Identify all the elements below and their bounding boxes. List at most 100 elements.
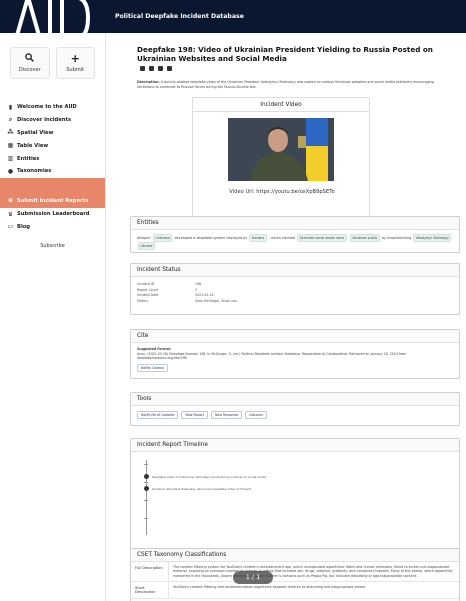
timeline-tick (144, 500, 148, 501)
tools-card: Tools Notify Me of Updates New Report Ne… (130, 392, 460, 426)
main-content: Deepfake 198: Video of Ukrainian Preside… (106, 33, 466, 601)
submit-label: Submit (66, 67, 85, 73)
video-thumbnail[interactable] (228, 118, 334, 181)
status-header: Incident Status (131, 264, 459, 277)
sidebar-item-label: Welcome to the AIID (17, 104, 77, 111)
page-title: Deepfake 198: Video of Ukrainian Preside… (137, 45, 433, 63)
entity-tag[interactable]: Ukrainian social media users (297, 234, 347, 242)
discover-button[interactable]: Discover (10, 47, 50, 79)
cset-card: CSET Taxonomy Classifications Full Descr… (130, 548, 460, 601)
new-response-button[interactable]: New Response (211, 411, 243, 419)
tag-icon: ● (7, 167, 14, 175)
entity-tag[interactable]: Ukrainian public (349, 234, 380, 242)
email-icon[interactable] (149, 66, 154, 71)
timeline-axis (146, 460, 147, 535)
description-label: Description: (137, 80, 160, 84)
entities-text: developed a deepfake system deployed by (174, 236, 248, 240)
entity-tag[interactable]: Unknown (152, 234, 173, 242)
cite-header: Cite (131, 330, 459, 343)
cset-row: Short Description YouTube's content filt… (131, 582, 459, 600)
submit-button[interactable]: + Submit (55, 47, 95, 79)
sidebar-item-entities[interactable]: ▥ Entities (0, 152, 105, 165)
site-logo[interactable] (0, 0, 100, 33)
sidebar-nav: ▮ Welcome to the AIID ⌕ Discover Incidents… (0, 101, 105, 233)
sidebar-item-table-view[interactable]: ▦ Table View (0, 139, 105, 152)
sidebar-item-label: Submission Leaderboard (17, 211, 90, 218)
notify-button[interactable]: Notify Me of Updates (137, 411, 179, 419)
entity-tag[interactable]: Hackers (249, 234, 267, 242)
status-value: Sean McGregor, Khoa Lam (195, 298, 238, 303)
sidebar: Discover + Submit ▮ Welcome to the AIID ⌕… (0, 33, 106, 601)
trophy-icon: ♛ (7, 210, 14, 218)
sidebar-item-label: Discover Incidents (17, 117, 72, 124)
cite-body: Suggested Format: Anon. (2022-03-16) Dee… (131, 343, 459, 376)
cset-key: Full Description (131, 562, 169, 582)
plus-icon: + (70, 52, 80, 65)
entities-line: Alleged: Unknown developed a deepfake sy… (131, 230, 459, 254)
incident-video-card: Incident Video Video Url: https://youtu.… (192, 97, 370, 233)
timeline-chart: Deepfake video of Volodymyr Zelenskyy su… (131, 452, 459, 547)
sidebar-item-label: Entities (17, 155, 40, 162)
share-links (140, 66, 172, 71)
sidebar-item-discover[interactable]: ⌕ Discover Incidents (0, 114, 105, 127)
sidebar-item-leaderboard[interactable]: ♛ Submission Leaderboard (0, 208, 105, 221)
sidebar-item-label: Taxonomies (17, 168, 52, 175)
sidebar-item-label: Table View (17, 142, 49, 149)
timeline-tick (144, 518, 148, 519)
plus-icon: ⊕ (7, 196, 14, 204)
video-url[interactable]: Video Url: https://youtu.be/oxXpB9pSETo (193, 189, 371, 195)
entities-text: , which harmed (268, 236, 296, 240)
search-icon (25, 53, 35, 64)
discover-tool-button[interactable]: Discover (245, 411, 268, 419)
new-report-button[interactable]: New Report (181, 411, 208, 419)
bibtex-button[interactable]: BibTex Citation (137, 363, 169, 373)
video-card-header: Incident Video (193, 98, 369, 112)
entities-card: Entities Alleged: Unknown developed a de… (130, 216, 460, 253)
timeline-point[interactable] (144, 486, 149, 491)
entity-tag[interactable]: Volodymyr Zelenskyy (413, 234, 452, 242)
entities-text: by misattributing (381, 236, 412, 240)
incident-status-card: Incident Status Incident ID 198 Report Co… (130, 263, 460, 315)
tools-header: Tools (131, 393, 459, 406)
cset-row: Full Description The content filtering s… (131, 562, 459, 583)
incident-description: Description: A quickly-dubbed deepfake v… (137, 80, 447, 89)
cset-header: CSET Taxonomy Classifications (131, 549, 459, 562)
discover-label: Discover (18, 67, 41, 73)
search-icon: ⌕ (8, 116, 13, 124)
sidebar-item-spatial-view[interactable]: ⁂ Spatial View (0, 127, 105, 140)
site-title[interactable]: Political Deepfake Incident Database (115, 13, 244, 20)
sidebar-item-taxonomies[interactable]: ● Taxonomies (0, 165, 105, 178)
status-key: Editors (137, 298, 149, 303)
table-icon: ▦ (7, 142, 14, 150)
timeline-point[interactable] (144, 474, 149, 479)
cset-value: YouTube's content filtering and recommen… (173, 585, 367, 590)
sidebar-item-welcome[interactable]: ▮ Welcome to the AIID (0, 101, 105, 114)
linkedin-icon[interactable] (167, 66, 172, 71)
page-indicator: 1 / 1 (233, 571, 273, 584)
description-text: A quickly-dubbed deepfake video of the U… (137, 80, 434, 89)
twitter-icon[interactable] (140, 66, 145, 71)
cset-value: The content filtering system for YouTube… (173, 565, 453, 578)
cite-text: Anon. (2022-03-16) Deepfake Number 198. … (137, 351, 407, 361)
blog-icon: ▭ (7, 223, 14, 231)
timeline-entry[interactable]: Ukrainian President Zelenskyy denounces … (152, 487, 251, 491)
timeline-header: Incident Report Timeline (131, 439, 459, 452)
timeline-entry[interactable]: Deepfake video of Volodymyr Zelenskyy su… (152, 475, 266, 479)
sidebar-item-label: Blog (17, 223, 31, 230)
timeline-tick (144, 482, 148, 483)
cite-card: Cite Suggested Format: Anon. (2022-03-16… (130, 329, 460, 379)
alleged-label: Alleged: (137, 236, 151, 240)
status-table: Incident ID 198 Report Count 3 Incident Da… (131, 277, 459, 309)
timeline-tick (144, 464, 148, 465)
quick-actions: Discover + Submit (0, 33, 105, 89)
entities-header: Entities (131, 217, 459, 230)
sidebar-item-blog[interactable]: ▭ Blog (0, 221, 105, 234)
sidebar-item-label: Spatial View (17, 129, 54, 136)
sidebar-item-label: Submit Incident Reports (17, 197, 89, 204)
subscribe-link[interactable]: Subscribe (0, 243, 105, 249)
entity-tag[interactable]: Ukraine (138, 242, 155, 250)
sidebar-item-submit-reports[interactable]: ⊕ Submit Incident Reports (0, 177, 105, 208)
facebook-icon[interactable] (158, 66, 163, 71)
cset-key: Short Description (131, 582, 169, 599)
book-icon: ▮ (8, 103, 13, 111)
